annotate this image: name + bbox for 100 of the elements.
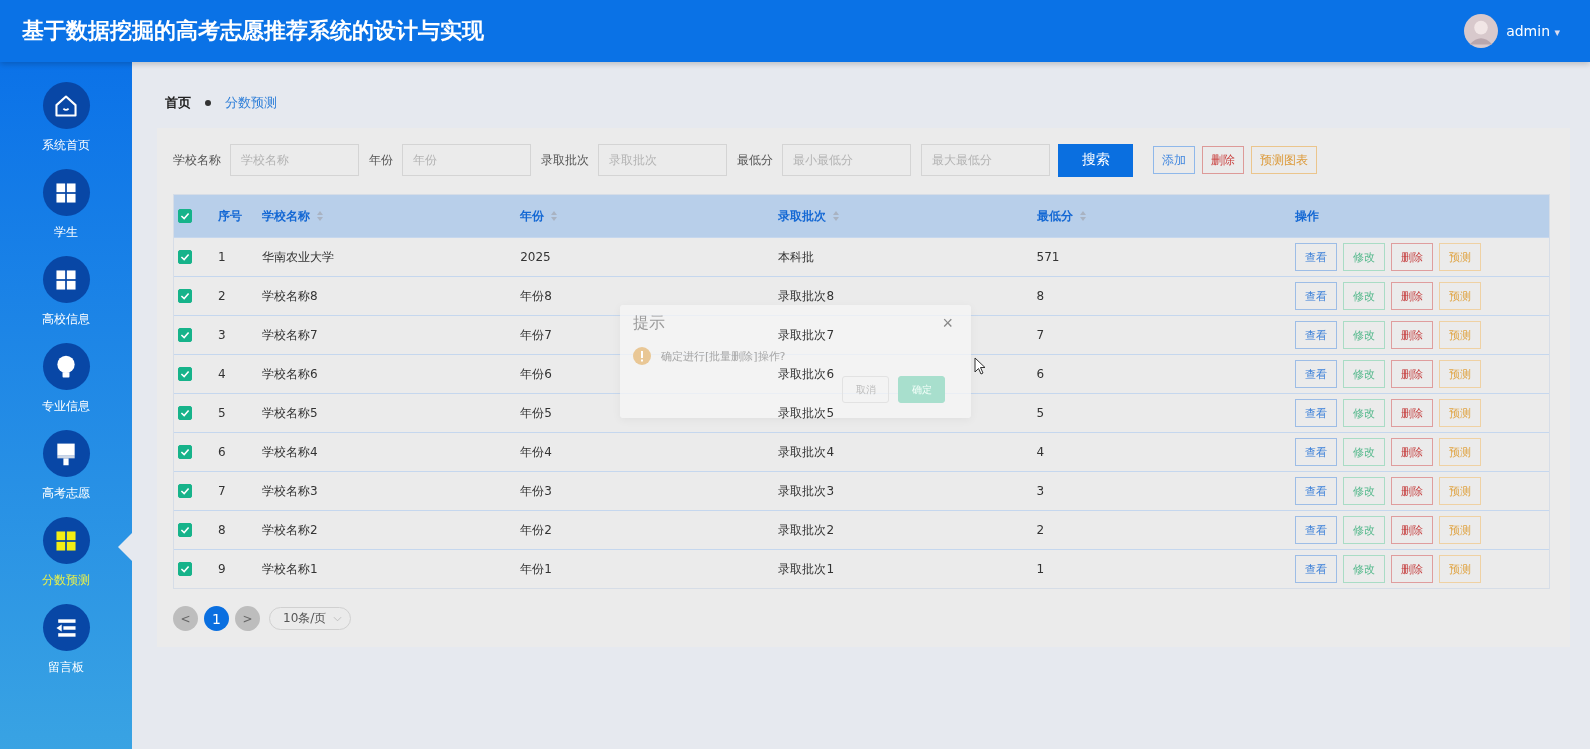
- checkbox[interactable]: [178, 250, 192, 264]
- checkbox[interactable]: [178, 289, 192, 303]
- table-cell: 2025: [520, 250, 551, 264]
- page-button[interactable]: 1: [204, 606, 229, 631]
- sort-icon[interactable]: [1078, 210, 1087, 222]
- checkbox[interactable]: [178, 367, 192, 381]
- table-cell: 年份8: [520, 287, 552, 305]
- view-button[interactable]: 查看: [1294, 243, 1337, 271]
- predict-button[interactable]: 预测: [1438, 282, 1481, 310]
- edit-button[interactable]: 修改: [1342, 360, 1385, 388]
- delete-button[interactable]: 删除: [1390, 516, 1433, 544]
- table-cell: 8: [1036, 289, 1045, 303]
- breadcrumb-separator: [205, 100, 211, 106]
- table-cell: 1: [218, 250, 226, 264]
- predict-button[interactable]: 预测: [1438, 477, 1481, 505]
- avatar: [1464, 14, 1499, 48]
- chevron-icon: [333, 615, 342, 622]
- delete-button[interactable]: 删除: [1390, 360, 1433, 388]
- delete-button[interactable]: 删除: [1390, 243, 1433, 271]
- predict-button[interactable]: 预测: [1438, 438, 1481, 466]
- checkbox[interactable]: [178, 484, 192, 498]
- sidebar-item[interactable]: 学生: [0, 169, 132, 242]
- table-cell: 学校名称6: [262, 365, 318, 383]
- sidebar-item[interactable]: 高考志愿: [0, 430, 132, 503]
- sidebar-item[interactable]: 留言板: [0, 604, 132, 677]
- search-button[interactable]: 搜索: [1058, 143, 1133, 177]
- table-cell: 年份2: [520, 521, 552, 539]
- column-header[interactable]: 录取批次: [778, 207, 827, 225]
- predict-button[interactable]: 预测: [1438, 516, 1481, 544]
- delete-button[interactable]: 删除: [1390, 321, 1433, 349]
- user-menu[interactable]: admin ▾: [1506, 23, 1560, 39]
- view-button[interactable]: 查看: [1294, 282, 1337, 310]
- table-cell: 年份5: [520, 404, 552, 422]
- table-cell: 4: [218, 367, 226, 381]
- sort-icon[interactable]: [316, 210, 324, 222]
- view-button[interactable]: 查看: [1294, 321, 1337, 349]
- column-header[interactable]: 最低分: [1036, 207, 1073, 225]
- view-button[interactable]: 查看: [1294, 516, 1337, 544]
- sidebar-item[interactable]: 分数预测: [0, 517, 132, 590]
- table-cell: 年份3: [520, 482, 552, 500]
- edit-button[interactable]: 修改: [1342, 516, 1385, 544]
- edit-button[interactable]: 修改: [1342, 438, 1385, 466]
- view-button[interactable]: 查看: [1294, 399, 1337, 427]
- sidebar-item[interactable]: 高校信息: [0, 256, 132, 329]
- edit-button[interactable]: 修改: [1342, 243, 1385, 271]
- view-button[interactable]: 查看: [1294, 555, 1337, 583]
- sort-icon[interactable]: [832, 210, 841, 222]
- sidebar-item[interactable]: 专业信息: [0, 343, 132, 416]
- column-header[interactable]: 学校名称: [262, 207, 310, 225]
- close-button[interactable]: ×: [938, 313, 957, 334]
- edit-button[interactable]: 修改: [1342, 399, 1385, 427]
- edit-button[interactable]: 修改: [1342, 282, 1385, 310]
- breadcrumb-link[interactable]: 首页: [165, 94, 191, 112]
- delete-button[interactable]: 删除: [1390, 477, 1433, 505]
- table-cell: 年份7: [520, 326, 552, 344]
- checkbox[interactable]: [178, 562, 192, 576]
- table-cell: 录取批次6: [778, 365, 835, 383]
- column-header[interactable]: 序号: [218, 207, 242, 225]
- table-cell: 7: [1036, 328, 1045, 342]
- next-page-button[interactable]: >: [235, 606, 260, 631]
- column-header[interactable]: 操作: [1294, 207, 1319, 225]
- sort-icon[interactable]: [550, 210, 559, 222]
- chart-button[interactable]: 预测图表: [1251, 146, 1317, 174]
- predict-button[interactable]: 预测: [1438, 243, 1481, 271]
- previous-page-button[interactable]: <: [173, 606, 198, 631]
- delete-button[interactable]: 删除: [1390, 282, 1433, 310]
- checkbox[interactable]: [178, 445, 192, 459]
- active-indicator: [118, 533, 132, 561]
- column-header[interactable]: 年份: [520, 207, 545, 225]
- edit-button[interactable]: 修改: [1342, 321, 1385, 349]
- field-label: 录取批次: [541, 151, 589, 169]
- view-button[interactable]: 查看: [1294, 360, 1337, 388]
- table-cell: 学校名称4: [262, 443, 318, 461]
- table-cell: 学校名称5: [262, 404, 318, 422]
- edit-button[interactable]: 修改: [1342, 555, 1385, 583]
- edit-button[interactable]: 修改: [1342, 477, 1385, 505]
- checkbox[interactable]: [178, 209, 192, 223]
- delete-button[interactable]: 删除: [1202, 146, 1244, 174]
- table-cell: 录取批次1: [778, 560, 835, 578]
- table-cell: 年份6: [520, 365, 552, 383]
- table-cell: 7: [218, 484, 226, 498]
- predict-button[interactable]: 预测: [1438, 321, 1481, 349]
- breadcrumb-link[interactable]: 分数预测: [225, 94, 277, 112]
- table-cell: 6: [218, 445, 226, 459]
- view-button[interactable]: 查看: [1294, 477, 1337, 505]
- table-cell: 录取批次8: [778, 287, 835, 305]
- checkbox[interactable]: [178, 328, 192, 342]
- checkbox[interactable]: [178, 523, 192, 537]
- view-button[interactable]: 查看: [1294, 438, 1337, 466]
- delete-button[interactable]: 删除: [1390, 555, 1433, 583]
- table-cell: 华南农业大学: [262, 248, 334, 266]
- checkbox[interactable]: [178, 406, 192, 420]
- delete-button[interactable]: 删除: [1390, 399, 1433, 427]
- predict-button[interactable]: 预测: [1438, 360, 1481, 388]
- predict-button[interactable]: 预测: [1438, 399, 1481, 427]
- delete-button[interactable]: 删除: [1390, 438, 1433, 466]
- sidebar-item[interactable]: 系统首页: [0, 82, 132, 155]
- table-cell: 录取批次3: [778, 482, 835, 500]
- add-button[interactable]: 添加: [1153, 146, 1195, 174]
- predict-button[interactable]: 预测: [1438, 555, 1481, 583]
